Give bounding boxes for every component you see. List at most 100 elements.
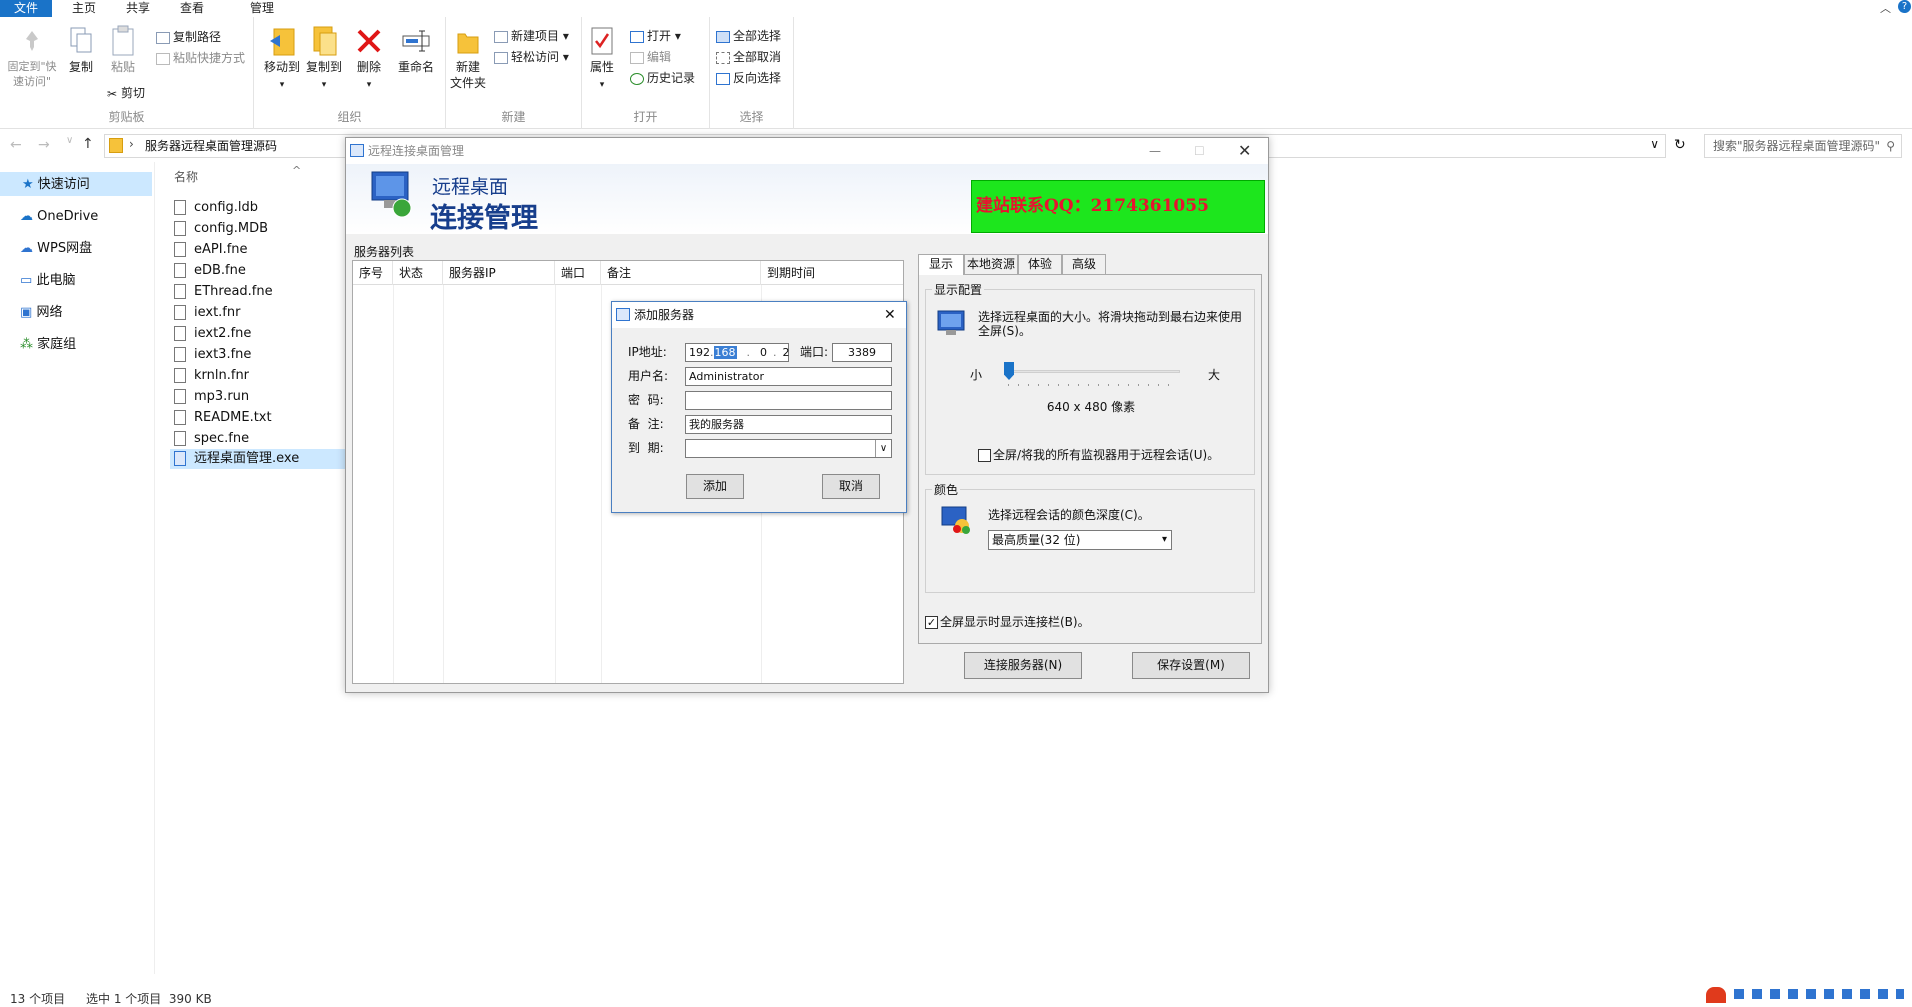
help-icon[interactable]: ? (1898, 0, 1911, 13)
column-header-expire[interactable]: 到期时间 (761, 261, 903, 285)
list-item[interactable]: EThread.fne (174, 282, 344, 302)
column-header-name[interactable]: 名称 (174, 168, 198, 185)
rename-button[interactable]: 重命名 (394, 25, 438, 75)
username-input[interactable]: Administrator (685, 367, 892, 386)
chevron-down-icon[interactable]: ∨ (875, 440, 891, 457)
minimize-button[interactable]: — (1149, 138, 1161, 164)
close-button[interactable]: ✕ (1238, 138, 1251, 164)
cancel-button[interactable]: 取消 (822, 474, 880, 499)
nav-item-wps[interactable]: ☁ WPS网盘 (20, 238, 92, 260)
selection-info: 选中 1 个项目 390 KB (86, 992, 212, 1006)
screen-size-slider[interactable] (1004, 360, 1180, 388)
fullscreen-all-monitors-checkbox[interactable]: 全屏/将我的所有监视器用于远程会话(U)。 (978, 446, 1219, 463)
new-folder-button[interactable]: 新建 文件夹 (448, 25, 488, 91)
edit-button[interactable]: 编辑 (630, 47, 671, 67)
column-header-note[interactable]: 备注 (601, 261, 761, 285)
file-icon (174, 368, 186, 383)
breadcrumb-chevron-icon[interactable]: › (129, 137, 134, 151)
paste-shortcut-button[interactable]: 粘贴快捷方式 (156, 48, 245, 68)
column-header-status[interactable]: 状态 (393, 261, 443, 285)
list-item[interactable]: krnln.fnr (174, 366, 344, 386)
save-settings-button[interactable]: 保存设置(M) (1132, 652, 1250, 679)
properties-button[interactable]: 属性 ▾ (586, 25, 618, 93)
select-all-button[interactable]: 全部选择 (716, 26, 781, 46)
tab-advanced[interactable]: 高级 (1062, 254, 1106, 274)
connect-server-button[interactable]: 连接服务器(N) (964, 652, 1082, 679)
tab-experience[interactable]: 体验 (1018, 254, 1062, 274)
list-item[interactable]: iext2.fne (174, 324, 344, 344)
list-item-selected[interactable]: 远程桌面管理.exe (174, 449, 344, 469)
move-to-button[interactable]: 移动到 ▾ (262, 25, 302, 93)
list-item[interactable]: eDB.fne (174, 261, 344, 281)
list-item[interactable]: config.MDB (174, 219, 344, 239)
paste-button[interactable]: 粘贴 (104, 25, 142, 75)
tab-local-resources[interactable]: 本地资源 (964, 254, 1018, 274)
column-header-index[interactable]: 序号 (353, 261, 393, 285)
breadcrumb-current[interactable]: 服务器远程桌面管理源码 (145, 137, 277, 154)
list-item[interactable]: spec.fne (174, 429, 344, 449)
tab-view[interactable]: 查看 (172, 0, 212, 17)
dialog-close-button[interactable]: ✕ (884, 302, 896, 328)
list-item[interactable]: config.ldb (174, 198, 344, 218)
app-icon (350, 144, 364, 157)
nav-item-this-pc[interactable]: ▭ 此电脑 (20, 270, 75, 292)
recent-locations-icon[interactable]: ∨ (66, 135, 73, 146)
nav-item-quick-access[interactable]: ★ 快速访问 (22, 174, 90, 196)
expire-label: 到 期: (628, 441, 664, 455)
pin-quick-access-button[interactable]: 固定到"快速访问" (2, 25, 62, 89)
homegroup-icon: ⁂ (20, 337, 33, 352)
select-none-button[interactable]: 全部取消 (716, 47, 781, 67)
up-icon[interactable]: ↑ (82, 136, 94, 152)
tab-display[interactable]: 显示 (918, 254, 964, 275)
new-item-button[interactable]: 新建项目 ▾ (494, 26, 569, 46)
add-button[interactable]: 添加 (686, 474, 744, 499)
open-button[interactable]: 打开 ▾ (630, 26, 681, 46)
nav-item-homegroup[interactable]: ⁂ 家庭组 (20, 334, 76, 356)
history-button[interactable]: 历史记录 (630, 68, 695, 88)
slider-thumb[interactable] (1004, 362, 1014, 380)
note-input[interactable]: 我的服务器 (685, 415, 892, 434)
ip-address-input[interactable]: 192.168. 0. 2 (685, 343, 790, 362)
tab-file[interactable]: 文件 (0, 0, 52, 17)
ime-toolbar-icons[interactable] (1734, 989, 1904, 999)
easy-access-button[interactable]: 轻松访问 ▾ (494, 47, 569, 67)
nav-item-network[interactable]: ▣ 网络 (20, 302, 62, 324)
port-input[interactable]: 3389 (832, 343, 892, 362)
sogou-ime-icon[interactable] (1706, 987, 1726, 1003)
display-monitor-icon (936, 308, 966, 342)
column-header-ip[interactable]: 服务器IP (443, 261, 555, 285)
back-icon[interactable]: ← (10, 137, 22, 153)
delete-button[interactable]: 删除 ▾ (354, 25, 384, 93)
nav-item-onedrive[interactable]: ☁ OneDrive (20, 206, 98, 228)
invert-selection-button[interactable]: 反向选择 (716, 68, 781, 88)
copy-button[interactable]: 复制 (64, 25, 98, 75)
column-header-port[interactable]: 端口 (555, 261, 601, 285)
list-item[interactable]: mp3.run (174, 387, 344, 407)
tab-home[interactable]: 主页 (64, 0, 104, 17)
expire-date-picker[interactable]: ∨ (685, 439, 892, 458)
copy-to-button[interactable]: 复制到 ▾ (304, 25, 344, 93)
tab-manage[interactable]: 管理 (242, 0, 282, 17)
search-input[interactable]: 搜索"服务器远程桌面管理源码" ⚲ (1704, 134, 1902, 158)
list-item[interactable]: eAPI.fne (174, 240, 344, 260)
folder-icon (109, 138, 123, 153)
copy-path-button[interactable]: 复制路径 (156, 27, 221, 47)
list-item[interactable]: iext3.fne (174, 345, 344, 365)
properties-icon (587, 25, 617, 57)
show-connection-bar-checkbox[interactable]: ✓ 全屏显示时显示连接栏(B)。 (925, 613, 1090, 630)
address-dropdown-icon[interactable]: ∨ (1650, 137, 1659, 151)
file-icon (174, 263, 186, 278)
move-to-icon (267, 25, 297, 57)
tab-share[interactable]: 共享 (118, 0, 158, 17)
list-item[interactable]: README.txt (174, 408, 344, 428)
password-input[interactable] (685, 391, 892, 410)
maximize-button[interactable]: ☐ (1194, 138, 1205, 164)
forward-icon[interactable]: → (38, 137, 50, 153)
cut-button[interactable]: ✂ 剪切 (106, 83, 145, 103)
list-item[interactable]: iext.fnr (174, 303, 344, 323)
cloud-icon: ☁ (20, 209, 33, 224)
color-depth-select[interactable]: 最高质量(32 位) ▾ (988, 530, 1172, 550)
refresh-icon[interactable]: ↻ (1674, 137, 1686, 153)
monitor-connection-icon (368, 168, 418, 224)
minimize-ribbon-icon[interactable]: ︿ (1880, 0, 1891, 16)
